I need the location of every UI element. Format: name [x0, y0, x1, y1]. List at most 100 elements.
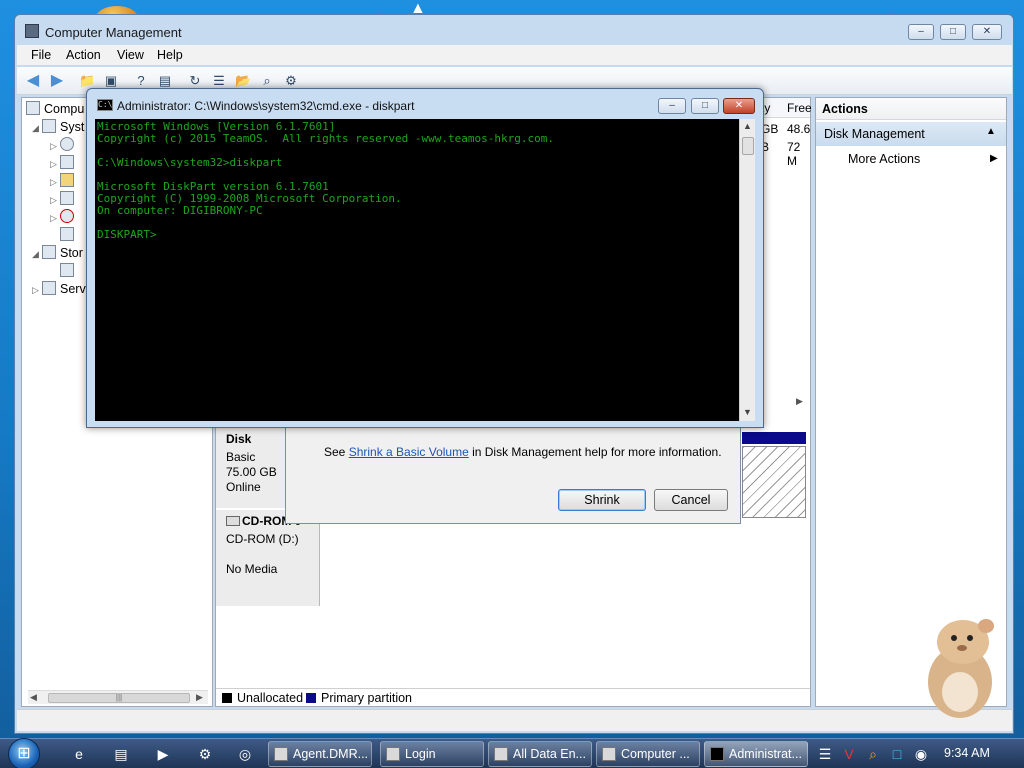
properties-icon[interactable]: ☰: [211, 73, 227, 89]
tools-icon: [42, 119, 56, 133]
taskbar-item-computer-management[interactable]: Computer ...: [596, 741, 700, 767]
cmd-minimize-button[interactable]: –: [658, 98, 686, 114]
cmd-maximize-button[interactable]: □: [691, 98, 719, 114]
show-hide-console-tree-icon[interactable]: ▣: [103, 73, 119, 89]
tree-item-services-applications[interactable]: ▷ Serv: [32, 280, 86, 298]
column-header-free[interactable]: Free: [787, 101, 812, 115]
chrome-icon[interactable]: ◎: [234, 743, 256, 765]
task-label: Login: [405, 747, 436, 761]
clock[interactable]: 9:34 AM: [944, 746, 990, 760]
minimize-button[interactable]: –: [908, 24, 934, 40]
taskbar-item-administrator-cmd[interactable]: Administrat...: [704, 741, 808, 767]
scrollbar-thumb[interactable]: [742, 137, 754, 155]
task-label: Agent.DMR...: [293, 747, 369, 761]
taskbar-item-agent[interactable]: Agent.DMR...: [268, 741, 372, 767]
search-icon[interactable]: ⌕: [259, 73, 275, 89]
tree-item-shared-folders[interactable]: ▷: [50, 172, 78, 190]
utility-app-icon[interactable]: ⚙: [194, 743, 216, 765]
tree-item-disk-management[interactable]: [60, 262, 78, 280]
menu-help[interactable]: Help: [157, 48, 183, 62]
back-arrow-icon[interactable]: ◀: [25, 73, 41, 89]
selected-partition-area[interactable]: [742, 446, 806, 518]
menu-view[interactable]: View: [117, 48, 144, 62]
legend-unallocated: Unallocated: [237, 691, 304, 705]
task-label: Computer ...: [621, 747, 690, 761]
help-text-prefix: See: [324, 445, 349, 459]
tree-item-device-manager[interactable]: [60, 226, 78, 244]
tray-search-icon[interactable]: ⌕: [864, 743, 882, 765]
expand-triangle-icon[interactable]: ▷: [50, 155, 60, 173]
scroll-up-arrow-icon[interactable]: ▲: [743, 121, 752, 131]
tree-item-computer-management[interactable]: Compu: [26, 100, 84, 118]
shrink-help-text: See Shrink a Basic Volume in Disk Manage…: [324, 445, 722, 459]
primary-partition-swatch: [306, 693, 316, 703]
menu-action[interactable]: Action: [66, 48, 101, 62]
start-button[interactable]: ⊞: [8, 738, 40, 768]
computer-management-titlebar[interactable]: Computer Management – □ ✕: [15, 15, 1013, 45]
forward-arrow-icon[interactable]: ▶: [49, 73, 65, 89]
tree-item-system-tools[interactable]: ◢ Syst: [32, 118, 84, 136]
scrollbar-thumb[interactable]: |||: [48, 693, 190, 703]
expand-triangle-icon[interactable]: ▷: [50, 191, 60, 209]
collapse-triangle-icon[interactable]: ◢: [32, 245, 42, 263]
status-bar: [17, 709, 1012, 731]
tree-item-label: Compu: [44, 102, 85, 116]
refresh-icon[interactable]: ↻: [187, 73, 203, 89]
scroll-down-arrow-icon[interactable]: ▼: [743, 407, 752, 417]
scroll-right-arrow-icon[interactable]: ▶: [196, 692, 203, 703]
tree-item-label: Syst: [60, 120, 85, 134]
file-explorer-icon[interactable]: ▤: [110, 743, 132, 765]
taskbar-item-all-data[interactable]: All Data En...: [488, 741, 592, 767]
help-icon[interactable]: ?: [133, 73, 149, 89]
menu-file[interactable]: File: [31, 48, 51, 62]
console-output-area[interactable]: Microsoft Windows [Version 6.1.7601] Cop…: [95, 119, 739, 421]
expand-triangle-icon[interactable]: ▷: [32, 281, 42, 299]
scroll-left-arrow-icon[interactable]: ◀: [30, 692, 37, 703]
collapse-up-icon[interactable]: ▲: [986, 126, 996, 137]
actions-title: Actions: [822, 102, 868, 116]
storage-icon: [42, 245, 56, 259]
shrink-volume-dialog: See Shrink a Basic Volume in Disk Manage…: [285, 420, 741, 524]
tree-item-task-scheduler[interactable]: ▷: [50, 136, 78, 154]
tree-item-storage[interactable]: ◢ Stor: [32, 244, 83, 262]
actions-section-disk-management[interactable]: Disk Management ▲: [816, 122, 1006, 146]
tray-network-icon[interactable]: ☰: [816, 743, 834, 765]
more-actions-link[interactable]: More Actions: [848, 152, 920, 166]
window-title: Computer Management: [45, 25, 182, 40]
cancel-button[interactable]: Cancel: [654, 489, 728, 511]
cdrom-0-label[interactable]: CD-ROM 0 CD-ROM (D:) No Media: [216, 510, 320, 606]
shared-folder-icon: [60, 173, 74, 187]
media-player-icon[interactable]: ▶: [152, 743, 174, 765]
scroll-right-arrow-icon[interactable]: ▶: [796, 396, 803, 407]
open-folder-icon[interactable]: 📂: [235, 73, 251, 89]
task-icon: [602, 747, 616, 761]
tree-horizontal-scrollbar[interactable]: ◀ ||| ▶: [28, 690, 208, 704]
expand-triangle-icon[interactable]: ▷: [50, 137, 60, 155]
up-folder-icon[interactable]: 📁: [79, 73, 95, 89]
tree-item-event-viewer[interactable]: ▷: [50, 154, 78, 172]
tree-item-label: Stor: [60, 246, 83, 260]
show-hide-action-pane-icon[interactable]: ▤: [157, 73, 173, 89]
task-icon: [274, 747, 288, 761]
internet-explorer-icon[interactable]: e: [68, 743, 90, 765]
cmd-vertical-scrollbar[interactable]: ▲ ▼: [739, 119, 755, 421]
more-actions-arrow-icon[interactable]: ▶: [990, 153, 998, 164]
tray-antivirus-icon[interactable]: V: [840, 743, 858, 765]
taskbar-item-login[interactable]: Login: [380, 741, 484, 767]
maximize-button[interactable]: □: [940, 24, 966, 40]
cmd-close-button[interactable]: ✕: [723, 98, 755, 114]
tray-display-icon[interactable]: □: [888, 743, 906, 765]
expand-triangle-icon[interactable]: ▷: [50, 209, 60, 227]
collapse-triangle-icon[interactable]: ◢: [32, 119, 42, 137]
disk-0-size: 75.00 GB: [226, 465, 277, 479]
shrink-help-link[interactable]: Shrink a Basic Volume: [349, 445, 469, 459]
shrink-button[interactable]: Shrink: [558, 489, 646, 511]
tree-item-local-users[interactable]: ▷: [50, 190, 78, 208]
expand-triangle-icon[interactable]: ▷: [50, 173, 60, 191]
close-button[interactable]: ✕: [972, 24, 1002, 40]
tray-record-icon[interactable]: ◉: [912, 743, 930, 765]
primary-partition-bar[interactable]: [742, 432, 806, 444]
tree-item-performance[interactable]: ▷: [50, 208, 78, 226]
tree-item-label: Serv: [60, 282, 86, 296]
settings-icon[interactable]: ⚙: [283, 73, 299, 89]
